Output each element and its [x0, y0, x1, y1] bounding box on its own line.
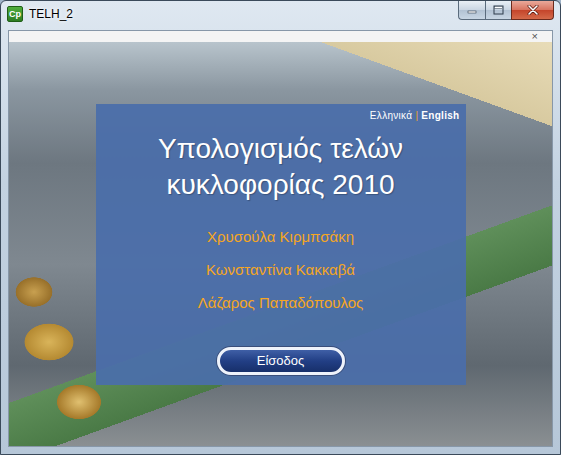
close-mark[interactable]: ×: [532, 31, 538, 42]
app-icon: Cp: [7, 6, 23, 22]
window-title: TELH_2: [29, 7, 73, 21]
language-link[interactable]: English: [421, 110, 459, 121]
language-switch: Ελληνικά|English: [370, 110, 460, 121]
client-area: × Ελληνικά|English Υπολογισμός τελών κυκλο…: [8, 30, 553, 447]
close-icon: [527, 5, 539, 15]
close-button[interactable]: [511, 1, 554, 20]
top-strip: ×: [9, 31, 552, 42]
title-area: Cp TELH_2: [7, 1, 458, 22]
background-photo: Ελληνικά|English Υπολογισμός τελών κυκλοφ…: [9, 42, 552, 446]
enter-label: Είσοδος: [257, 353, 305, 368]
author-list: Χρυσούλα Κιρμπσάκη Κωνσταντίνα Κακκαβά Λάζ…: [198, 227, 364, 313]
minimize-icon: [467, 6, 477, 14]
app-window: Cp TELH_2 × Ελληνικά|English Υπολογισμός τελ…: [0, 0, 561, 455]
language-separator: |: [415, 110, 418, 121]
maximize-icon: [493, 5, 504, 15]
language-link[interactable]: Ελληνικά: [370, 110, 413, 121]
enter-button[interactable]: Είσοδος: [217, 347, 345, 375]
maximize-button[interactable]: [485, 1, 511, 20]
splash-panel: Ελληνικά|English Υπολογισμός τελών κυκλοφ…: [96, 104, 466, 385]
title-bar: Cp TELH_2: [1, 1, 560, 30]
app-title: Υπολογισμός τελών κυκλοφορίας 2010: [116, 131, 446, 203]
author-name: Χρυσούλα Κιρμπσάκη: [207, 227, 354, 247]
author-name: Λάζαρος Παπαδόπουλος: [198, 293, 364, 313]
minimize-button[interactable]: [458, 1, 485, 20]
author-name: Κωνσταντίνα Κακκαβά: [206, 260, 355, 280]
caption-buttons: [458, 1, 554, 20]
